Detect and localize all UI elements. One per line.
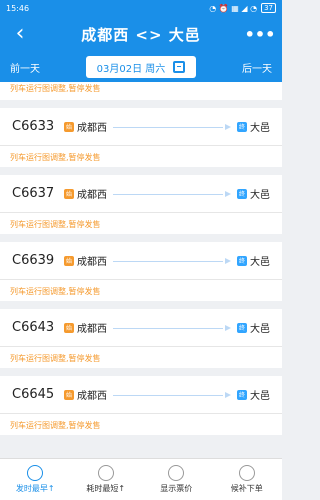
- sale-notice: 列车运行图调整,暂停发售: [0, 280, 282, 300]
- sale-notice: 列车运行图调整,暂停发售: [0, 146, 282, 166]
- start-station-badge: 始: [64, 322, 74, 333]
- clock-icon: [27, 465, 44, 481]
- end-station-badge: 终: [237, 322, 247, 333]
- end-station-badge: 终: [237, 255, 247, 266]
- from-station: 成都西: [77, 190, 107, 201]
- tab-label: 显示票价: [160, 484, 193, 493]
- from-station: 成都西: [77, 324, 107, 335]
- calendar-icon: [173, 61, 186, 73]
- from-station: 成都西: [77, 257, 107, 268]
- start-station-badge: 始: [64, 188, 74, 199]
- status-icons: ◔ ⏰ ▦ ◢ ◔ 37: [209, 3, 276, 13]
- status-bar: 15:46 ◔ ⏰ ▦ ◢ ◔ 37: [0, 0, 282, 16]
- sort-duration-shortest[interactable]: 耗时最短↑: [71, 459, 142, 500]
- end-station-badge: 终: [237, 121, 247, 132]
- more-menu-button[interactable]: •••: [245, 24, 276, 44]
- show-fare[interactable]: 显示票价: [141, 459, 212, 500]
- arrow-icon: [113, 390, 231, 400]
- date-picker[interactable]: 03月02日 周六: [86, 56, 196, 78]
- to-station: 大邑: [250, 391, 270, 402]
- to-station: 大邑: [250, 190, 270, 201]
- train-number: C6643: [12, 320, 55, 335]
- waitlist-order[interactable]: 候补下单: [212, 459, 283, 500]
- to-station: 大邑: [250, 257, 270, 268]
- from-station: 成都西: [77, 123, 107, 134]
- price-tag-icon: [168, 465, 185, 481]
- start-station-badge: 始: [64, 389, 74, 400]
- date-navigation: 前一天 03月02日 周六 后一天: [0, 52, 282, 82]
- next-day-button[interactable]: 后一天: [242, 60, 272, 75]
- arrow-icon: [113, 323, 231, 333]
- end-station-badge: 终: [237, 389, 247, 400]
- status-signal-icons: ◔ ⏰ ▦ ◢ ◔: [209, 3, 258, 13]
- status-time: 15:46: [6, 3, 30, 13]
- end-station-badge: 终: [237, 188, 247, 199]
- train-card[interactable]: C6633 始 成都西 终 大邑 列车运行图调整,暂停发售: [0, 108, 282, 167]
- train-card[interactable]: C6639 始 成都西 终 大邑 列车运行图调整,暂停发售: [0, 242, 282, 301]
- train-number: C6637: [12, 186, 55, 201]
- train-card[interactable]: C6643 始 成都西 终 大邑 列车运行图调整,暂停发售: [0, 309, 282, 368]
- bottom-toolbar: 发时最早↑ 耗时最短↑ 显示票价 候补下单: [0, 458, 282, 500]
- selected-date: 03月02日 周六: [96, 63, 166, 75]
- timer-icon: [97, 465, 114, 481]
- sort-departure-earliest[interactable]: 发时最早↑: [0, 459, 71, 500]
- train-number: C6645: [12, 387, 55, 402]
- previous-day-button[interactable]: 前一天: [10, 60, 40, 75]
- start-station-badge: 始: [64, 121, 74, 132]
- arrow-icon: [113, 122, 231, 132]
- more-icon: •••: [244, 24, 276, 44]
- tab-label: 候补下单: [230, 484, 263, 493]
- page-title: 成都西 <> 大邑: [81, 25, 201, 44]
- sale-notice: 列车运行图调整,暂停发售: [0, 414, 282, 434]
- top-header: ‹ 成都西 <> 大邑 •••: [0, 16, 282, 52]
- partial-notice: 列车运行图调整,暂停发售: [0, 82, 282, 100]
- train-list[interactable]: 列车运行图调整,暂停发售 C6633 始 成都西 终 大邑 列车运行图调整,暂停…: [0, 82, 282, 458]
- from-station: 成都西: [77, 391, 107, 402]
- train-card[interactable]: C6637 始 成都西 终 大邑 列车运行图调整,暂停发售: [0, 175, 282, 234]
- chevron-left-icon: ‹: [15, 21, 25, 46]
- sale-notice: 列车运行图调整,暂停发售: [0, 213, 282, 233]
- tab-label: 耗时最短↑: [86, 484, 126, 493]
- arrow-icon: [113, 256, 231, 266]
- sale-notice: 列车运行图调整,暂停发售: [0, 347, 282, 367]
- back-button[interactable]: ‹: [10, 21, 30, 46]
- start-station-badge: 始: [64, 255, 74, 266]
- to-station: 大邑: [250, 123, 270, 134]
- tab-label: 发时最早↑: [15, 484, 55, 493]
- battery-icon: 37: [261, 3, 276, 13]
- to-station: 大邑: [250, 324, 270, 335]
- arrow-icon: [113, 189, 231, 199]
- order-icon: [238, 465, 255, 481]
- train-number: C6633: [12, 119, 55, 134]
- train-card[interactable]: C6645 始 成都西 终 大邑 列车运行图调整,暂停发售: [0, 376, 282, 435]
- train-number: C6639: [12, 253, 55, 268]
